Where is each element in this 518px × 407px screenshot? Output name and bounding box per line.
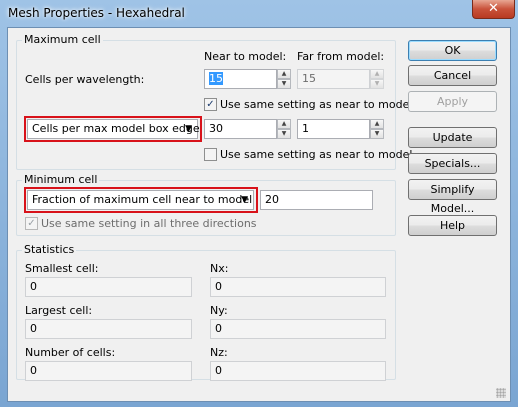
ok-button[interactable]: OK: [408, 40, 497, 61]
cells-per-wavelength-far-spinner[interactable]: ▲ ▼: [370, 69, 384, 89]
dialog-client-area: Maximum cell Near to model: Far from mod…: [7, 27, 511, 402]
box-edge-near-input[interactable]: 30: [204, 119, 277, 139]
resize-grip[interactable]: [496, 388, 506, 398]
minimum-cell-group-label: Minimum cell: [22, 173, 100, 186]
same-setting-label-1: Use same setting as near to model: [220, 98, 413, 111]
update-button[interactable]: Update: [408, 127, 497, 148]
far-from-model-header: Far from model:: [297, 50, 385, 63]
min-cell-value-input[interactable]: 20: [260, 190, 373, 210]
dialog-window: Mesh Properties - Hexahedral ✕ Maximum c…: [0, 0, 518, 407]
all-directions-checkbox[interactable]: ✓: [25, 217, 38, 230]
close-icon: ✕: [488, 1, 499, 16]
statistics-group-label: Statistics: [22, 243, 77, 256]
box-edge-far-input[interactable]: 1: [297, 119, 370, 139]
max-cell-mode-dropdown[interactable]: Cells per max model box edge ▼: [27, 119, 200, 139]
nz-label: Nz:: [210, 346, 228, 359]
same-setting-label-2: Use same setting as near to model: [220, 148, 413, 161]
spin-up-icon[interactable]: ▲: [277, 69, 291, 79]
maximum-cell-group-label: Maximum cell: [22, 33, 103, 46]
title-bar[interactable]: Mesh Properties - Hexahedral ✕: [0, 0, 518, 26]
spin-up-icon[interactable]: ▲: [277, 119, 291, 129]
spin-down-icon[interactable]: ▼: [370, 79, 384, 89]
dropdown-arrow-icon: ▼: [241, 195, 248, 205]
cells-per-wavelength-near-input[interactable]: 15: [204, 69, 277, 89]
smallest-cell-label: Smallest cell:: [25, 262, 99, 275]
near-to-model-header: Near to model:: [204, 50, 287, 63]
number-of-cells-label: Number of cells:: [25, 346, 116, 359]
spin-down-icon[interactable]: ▼: [370, 129, 384, 139]
window-title: Mesh Properties - Hexahedral: [8, 6, 185, 20]
cells-per-wavelength-far-input[interactable]: 15: [297, 69, 370, 89]
apply-button[interactable]: Apply: [408, 91, 497, 112]
ny-value: 0: [210, 319, 386, 339]
specials-button[interactable]: Specials...: [408, 153, 497, 174]
all-directions-label: Use same setting in all three directions: [41, 217, 257, 230]
same-setting-checkbox-2[interactable]: [204, 148, 217, 161]
spin-up-icon[interactable]: ▲: [370, 69, 384, 79]
spin-up-icon[interactable]: ▲: [370, 119, 384, 129]
box-edge-far-spinner[interactable]: ▲ ▼: [370, 119, 384, 139]
cancel-button[interactable]: Cancel: [408, 65, 497, 86]
spin-down-icon[interactable]: ▼: [277, 79, 291, 89]
ny-label: Ny:: [210, 304, 228, 317]
dropdown-arrow-icon: ▼: [185, 124, 192, 134]
nx-label: Nx:: [210, 262, 229, 275]
largest-cell-label: Largest cell:: [25, 304, 93, 317]
close-button[interactable]: ✕: [472, 0, 515, 19]
spin-down-icon[interactable]: ▼: [277, 129, 291, 139]
simplify-model-button[interactable]: Simplify Model...: [408, 179, 497, 215]
cells-per-wavelength-near-spinner[interactable]: ▲ ▼: [277, 69, 291, 89]
min-cell-mode-dropdown[interactable]: Fraction of maximum cell near to model ▼: [27, 190, 254, 210]
nz-value: 0: [210, 361, 386, 381]
number-of-cells-value: 0: [25, 361, 192, 381]
largest-cell-value: 0: [25, 319, 192, 339]
same-setting-checkbox-1[interactable]: ✓: [204, 98, 217, 111]
help-button[interactable]: Help: [408, 215, 497, 236]
smallest-cell-value: 0: [25, 277, 192, 297]
nx-value: 0: [210, 277, 386, 297]
cells-per-wavelength-label: Cells per wavelength:: [25, 73, 145, 86]
box-edge-near-spinner[interactable]: ▲ ▼: [277, 119, 291, 139]
